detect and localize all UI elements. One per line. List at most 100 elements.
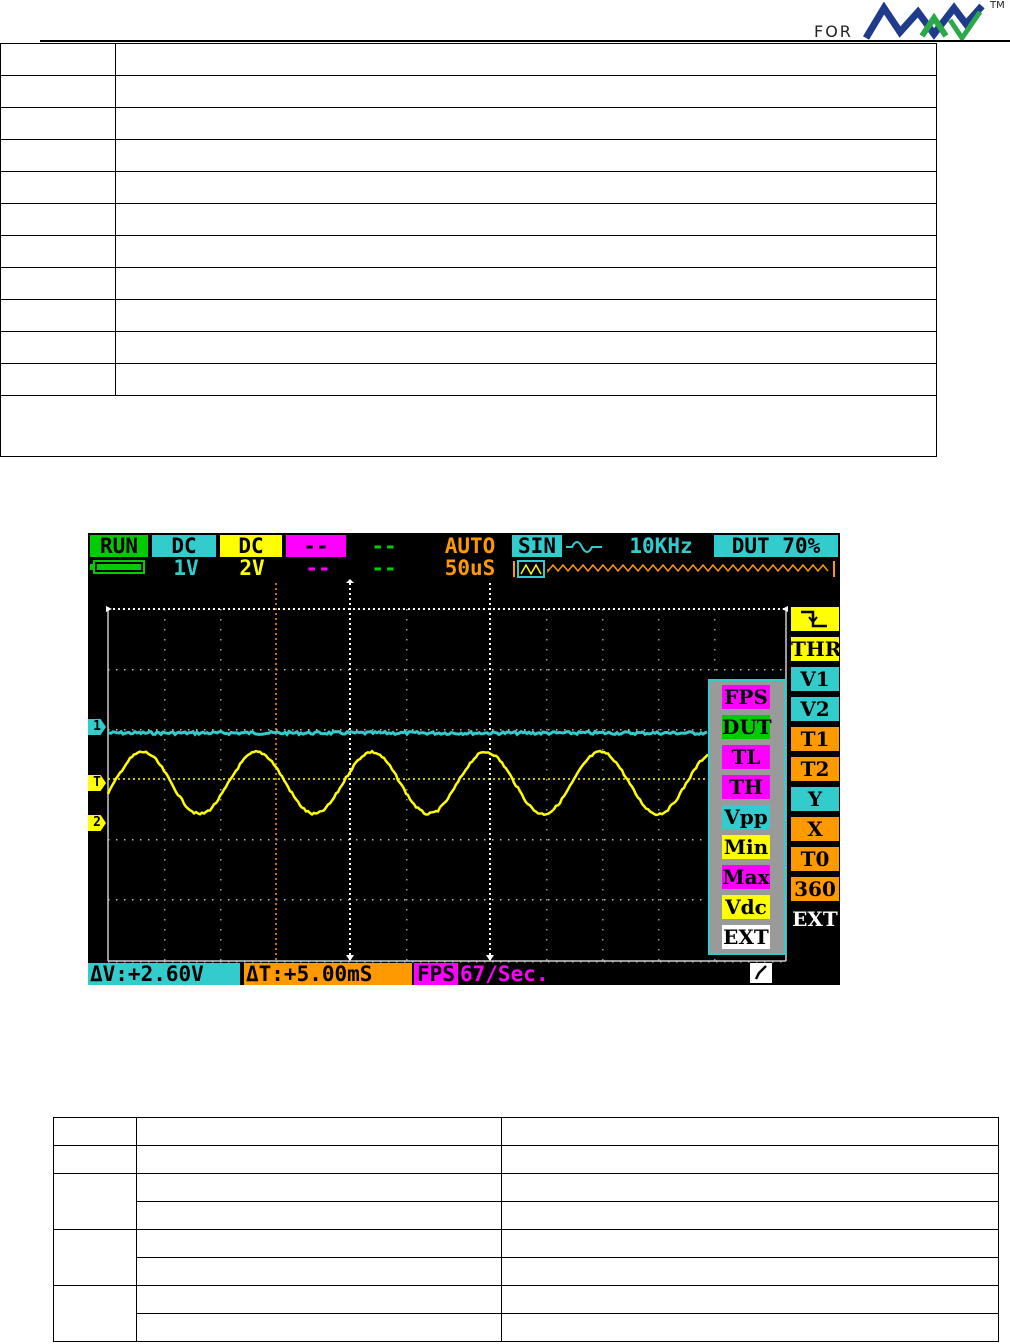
graticule-dot bbox=[546, 949, 548, 951]
graticule-dot bbox=[546, 729, 548, 731]
menu-item-max[interactable]: Max bbox=[722, 865, 770, 889]
side-item-t0[interactable]: T0 bbox=[791, 847, 839, 871]
graticule-dot bbox=[228, 669, 230, 671]
side-item-v1[interactable]: V1 bbox=[791, 667, 839, 691]
graticule-dot bbox=[572, 729, 574, 731]
graticule-dot bbox=[268, 729, 270, 731]
graticule-dot bbox=[406, 709, 408, 711]
graticule-dot bbox=[364, 839, 366, 841]
graticule-dot bbox=[220, 869, 222, 871]
side-item-ext[interactable]: EXT bbox=[791, 907, 839, 931]
graticule-dot bbox=[406, 769, 408, 771]
side-item-360[interactable]: 360 bbox=[791, 877, 839, 901]
graticule-dot bbox=[406, 739, 408, 741]
graticule-dot bbox=[406, 659, 408, 661]
graticule-dot bbox=[356, 669, 358, 671]
header-rule bbox=[40, 40, 1010, 42]
graticule-dot bbox=[252, 669, 254, 671]
side-item-t1[interactable]: T1 bbox=[791, 727, 839, 751]
graticule-dot bbox=[780, 669, 782, 671]
graticule-dot bbox=[748, 669, 750, 671]
menu-item-min[interactable]: Min bbox=[722, 835, 770, 859]
graticule-dot bbox=[492, 839, 494, 841]
graticule-dot bbox=[188, 729, 190, 731]
graticule-dot bbox=[300, 669, 302, 671]
measure-menu[interactable]: FPS DUT TL TH Vpp Min Max Vdc EXT bbox=[708, 679, 786, 955]
graticule-dot bbox=[220, 879, 222, 881]
graticule-dot bbox=[484, 729, 486, 731]
graticule-dot bbox=[444, 839, 446, 841]
graticule-dot bbox=[546, 789, 548, 791]
graticule-dot bbox=[604, 669, 606, 671]
graticule-dot bbox=[324, 729, 326, 731]
graticule-dot bbox=[220, 669, 222, 671]
graticule-dot bbox=[588, 839, 590, 841]
menu-item-dut[interactable]: DUT bbox=[722, 715, 772, 739]
graticule-dot bbox=[148, 839, 150, 841]
graticule-dot bbox=[180, 729, 182, 731]
graticule-dot bbox=[602, 739, 604, 741]
graticule-dot bbox=[658, 809, 660, 811]
graticule-dot bbox=[444, 899, 446, 901]
graticule-dot bbox=[602, 629, 604, 631]
minidso-logo bbox=[862, 2, 985, 42]
delta-t-readout: ΔT:+5.00mS bbox=[244, 963, 412, 985]
graticule-dot bbox=[252, 839, 254, 841]
graticule-dot bbox=[546, 869, 548, 871]
graticule-dot bbox=[364, 669, 366, 671]
graticule-dot bbox=[620, 729, 622, 731]
graticule-dot bbox=[620, 839, 622, 841]
graticule-dot bbox=[406, 929, 408, 931]
graticule-dot bbox=[556, 729, 558, 731]
graticule-dot bbox=[602, 899, 604, 901]
graticule-dot bbox=[756, 669, 758, 671]
side-item-t2[interactable]: T2 bbox=[791, 757, 839, 781]
graticule-dot bbox=[658, 929, 660, 931]
side-item-thr[interactable]: THR bbox=[791, 637, 840, 661]
graticule-dot bbox=[406, 849, 408, 851]
graticule-dot bbox=[148, 669, 150, 671]
graticule-dot bbox=[524, 729, 526, 731]
graticule-dot bbox=[658, 699, 660, 701]
side-item-y[interactable]: Y bbox=[791, 787, 839, 811]
graticule-dot bbox=[244, 899, 246, 901]
graticule-dot bbox=[602, 939, 604, 941]
graticule-dot bbox=[236, 729, 238, 731]
graticule-dot bbox=[220, 709, 222, 711]
graticule-dot bbox=[164, 669, 166, 671]
graticule-dot bbox=[406, 679, 408, 681]
graticule-dot bbox=[212, 729, 214, 731]
graticule-dot bbox=[658, 919, 660, 921]
graticule-dot bbox=[468, 669, 470, 671]
graticule-dot bbox=[546, 849, 548, 851]
bottom-table bbox=[53, 1117, 999, 1342]
graticule-dot bbox=[660, 729, 662, 731]
graticule-dot bbox=[460, 729, 462, 731]
trigger-edge-icon[interactable] bbox=[791, 607, 839, 631]
menu-item-ext[interactable]: EXT bbox=[722, 925, 770, 949]
graticule-dot bbox=[428, 729, 430, 731]
graticule-dot bbox=[540, 669, 542, 671]
menu-item-th[interactable]: TH bbox=[722, 775, 770, 799]
graticule-dot bbox=[164, 899, 166, 901]
save-icon[interactable] bbox=[750, 963, 772, 983]
menu-item-vdc[interactable]: Vdc bbox=[722, 895, 770, 919]
graticule-dot bbox=[658, 659, 660, 661]
side-item-v2[interactable]: V2 bbox=[791, 697, 839, 721]
menu-item-tl[interactable]: TL bbox=[722, 745, 770, 769]
menu-item-vpp[interactable]: Vpp bbox=[722, 805, 770, 829]
graticule-dot bbox=[164, 869, 166, 871]
menu-item-fps[interactable]: FPS bbox=[722, 685, 770, 709]
graticule-dot bbox=[406, 809, 408, 811]
graticule-dot bbox=[602, 729, 604, 731]
graticule-dot bbox=[658, 689, 660, 691]
side-item-x[interactable]: X bbox=[791, 817, 839, 841]
graticule-dot bbox=[532, 729, 534, 731]
graticule-dot bbox=[540, 839, 542, 841]
graticule-dot bbox=[164, 639, 166, 641]
graticule-dot bbox=[548, 729, 550, 731]
graticule-dot bbox=[220, 619, 222, 621]
graticule-dot bbox=[652, 899, 654, 901]
graticule-dot bbox=[220, 819, 222, 821]
graticule-dot bbox=[116, 839, 118, 841]
